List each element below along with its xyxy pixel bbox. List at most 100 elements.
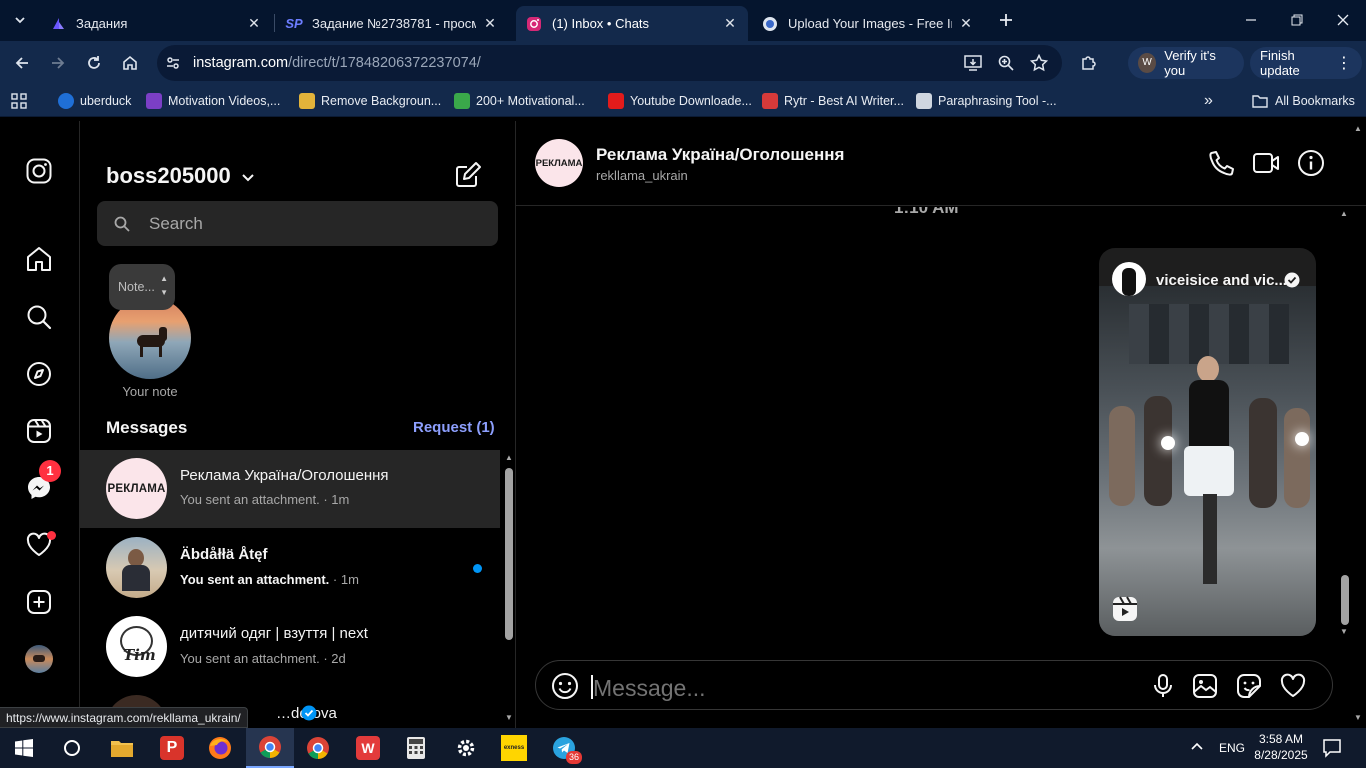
restore-button[interactable] — [1274, 0, 1320, 40]
conversation-list-panel: boss205000 Search Note... ▲ ▼ Your note M… — [80, 121, 516, 728]
scrollbar-thumb[interactable] — [505, 468, 513, 640]
scroll-up-arrow-icon[interactable]: ▲ — [1354, 124, 1362, 133]
taskbar-file-explorer[interactable] — [98, 728, 146, 768]
voice-call-button[interactable] — [1208, 149, 1236, 177]
site-info-icon[interactable] — [165, 55, 181, 71]
url-text[interactable]: instagram.com/direct/t/17848206372237074… — [193, 55, 481, 71]
close-window-button[interactable] — [1320, 0, 1366, 40]
bookmark-200-motivational[interactable]: 200+ Motivational... — [454, 92, 585, 110]
more-bookmarks-button[interactable]: » — [1204, 92, 1213, 110]
thread-reklama[interactable]: РЕКЛАМА Реклама Україна/Оголошення You s… — [80, 450, 500, 528]
compass-icon — [27, 362, 51, 386]
thread-abdalla[interactable]: Äbdåłłä Åtęf You sent an attachment. · 1… — [80, 529, 500, 607]
new-tab-button[interactable] — [992, 6, 1020, 34]
bookmark-remove-background[interactable]: Remove Backgroun... — [299, 92, 441, 110]
show-hidden-icons-button[interactable] — [1190, 740, 1204, 754]
note-bubble[interactable]: Note... ▲ ▼ — [109, 264, 175, 310]
taskbar-telegram[interactable]: 36 — [540, 728, 588, 768]
taskbar-app-p[interactable]: P — [148, 728, 196, 768]
video-call-button[interactable] — [1252, 149, 1280, 177]
extensions-button[interactable] — [1075, 49, 1103, 77]
username: boss205000 — [106, 163, 231, 188]
scroll-down-arrow-icon[interactable]: ▼ — [1354, 713, 1362, 722]
chat-handle[interactable]: rekllama_ukrain — [596, 168, 688, 183]
cortana-button[interactable] — [48, 728, 96, 768]
forward-button[interactable] — [44, 49, 72, 77]
scroll-down-arrow-icon[interactable]: ▼ — [1340, 627, 1348, 636]
address-bar[interactable]: instagram.com/direct/t/17848206372237074… — [157, 45, 1062, 81]
close-icon[interactable]: ✕ — [246, 15, 262, 32]
nav-messages[interactable]: 1 — [24, 460, 61, 503]
taskbar-chrome-active[interactable] — [246, 728, 294, 768]
tab-upload-images[interactable]: Upload Your Images - Free Image Hosting … — [752, 6, 984, 41]
requests-link[interactable]: Request (1) — [413, 419, 495, 436]
clock[interactable]: 3:58 AM 8/28/2025 — [1250, 731, 1312, 763]
scrollbar-thumb[interactable] — [1341, 575, 1349, 625]
nav-search[interactable] — [24, 302, 54, 332]
sticker-button[interactable] — [1236, 673, 1262, 699]
scroll-up-arrow-icon[interactable]: ▲ — [1340, 209, 1348, 218]
taskbar-firefox[interactable] — [196, 728, 244, 768]
taskbar-chrome[interactable] — [294, 728, 342, 768]
taskbar-exness[interactable]: exness — [490, 728, 538, 768]
taskbar-calculator[interactable] — [392, 728, 440, 768]
scroll-down-arrow-icon[interactable]: ▼ — [505, 713, 513, 722]
message-input[interactable]: Message... — [591, 669, 1131, 703]
close-icon[interactable]: ✕ — [482, 15, 498, 32]
bookmark-star-icon[interactable] — [1030, 54, 1048, 72]
taskbar-settings[interactable] — [442, 728, 490, 768]
chat-avatar[interactable]: РЕКЛАМА — [535, 139, 583, 187]
nav-home[interactable] — [24, 244, 54, 274]
close-icon[interactable]: ✕ — [722, 15, 738, 32]
new-message-button[interactable] — [454, 161, 482, 189]
start-button[interactable] — [0, 728, 48, 768]
voice-clip-button[interactable] — [1150, 673, 1176, 699]
home-button[interactable] — [116, 49, 144, 77]
your-note[interactable]: Note... ▲ ▼ Your note — [109, 264, 191, 404]
nav-create[interactable] — [24, 587, 54, 617]
page-scrollbar[interactable]: ▲ ▼ — [1350, 121, 1366, 728]
reels-icon — [27, 419, 51, 443]
input-language[interactable]: ENG — [1219, 741, 1245, 755]
nav-profile[interactable] — [24, 644, 54, 674]
tab-zadaniya[interactable]: Задания ✕ — [40, 6, 272, 41]
scroll-up-arrow-icon[interactable]: ▲ — [505, 453, 513, 462]
nav-explore[interactable] — [24, 359, 54, 389]
taskbar-wps[interactable]: W — [344, 728, 392, 768]
bookmark-youtube-downloader[interactable]: Youtube Downloade... — [608, 92, 752, 110]
bookmark-paraphrasing-tool[interactable]: Paraphrasing Tool -... — [916, 92, 1057, 110]
thread-name: Äbdåłłä Åtęf — [180, 546, 268, 563]
bookmark-uberduck[interactable]: uberduck — [58, 92, 131, 110]
all-bookmarks-button[interactable]: All Bookmarks — [1252, 92, 1355, 110]
install-app-icon[interactable] — [964, 55, 982, 71]
like-button[interactable] — [1280, 673, 1306, 699]
tab-search-button[interactable] — [6, 6, 34, 34]
nav-notifications[interactable] — [24, 530, 56, 560]
back-button[interactable] — [8, 49, 36, 77]
reload-button[interactable] — [80, 49, 108, 77]
thread-dytiachyi-odiah[interactable]: Tim дитячий одяг | взуття | next You sen… — [80, 608, 500, 686]
conversation-info-button[interactable] — [1297, 149, 1325, 177]
notification-center-button[interactable] — [1322, 738, 1342, 758]
zoom-icon[interactable] — [998, 55, 1014, 71]
finish-update-button[interactable]: Finish update ⋮ — [1250, 47, 1362, 79]
account-switcher[interactable]: boss205000 — [106, 163, 255, 189]
tab-instagram-inbox[interactable]: (1) Inbox • Chats ✕ — [516, 6, 748, 41]
minimize-icon — [1246, 19, 1256, 21]
chat-title[interactable]: Реклама Україна/Оголошення — [596, 145, 844, 165]
minimize-button[interactable] — [1228, 0, 1274, 40]
bookmark-rytr[interactable]: Rytr - Best AI Writer... — [762, 92, 904, 110]
emoji-button[interactable] — [550, 671, 580, 701]
list-scrollbar[interactable]: ▲ ▼ — [502, 450, 515, 728]
bookmark-motivation-videos[interactable]: Motivation Videos,... — [146, 92, 280, 110]
nav-reels[interactable] — [24, 416, 54, 446]
close-icon[interactable]: ✕ — [958, 15, 974, 32]
tab-zadanie[interactable]: SP Задание №2738781 - просмотр ✕ — [276, 6, 508, 41]
verify-identity-button[interactable]: W Verify it's you — [1128, 47, 1244, 79]
search-field[interactable]: Search — [97, 201, 498, 246]
shared-reel-card[interactable]: viceisice and vic... — [1099, 248, 1316, 636]
instagram-logo-button[interactable] — [24, 156, 54, 186]
cortana-circle-icon — [64, 740, 80, 756]
apps-grid-icon[interactable] — [11, 93, 27, 109]
add-photo-button[interactable] — [1192, 673, 1218, 699]
